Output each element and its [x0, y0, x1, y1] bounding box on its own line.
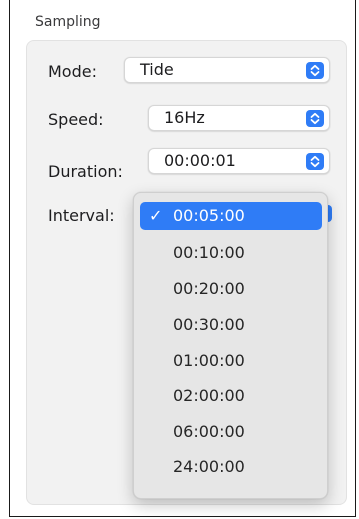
- menu-item-01-00-00[interactable]: 01:00:00: [140, 347, 322, 375]
- menu-item-06-00-00[interactable]: 06:00:00: [140, 418, 322, 446]
- menu-item-label: 24:00:00: [173, 457, 245, 476]
- speed-label: Speed:: [48, 110, 104, 129]
- menu-item-label: 01:00:00: [173, 351, 245, 370]
- up-down-chevron-icon: [306, 153, 324, 170]
- menu-item-label: 00:10:00: [173, 243, 245, 262]
- menu-item-00-10-00[interactable]: 00:10:00: [140, 239, 322, 267]
- menu-item-24-00-00[interactable]: 24:00:00: [140, 453, 322, 481]
- speed-value: 16Hz: [164, 108, 205, 127]
- checkmark-icon: ✓: [149, 206, 163, 225]
- menu-item-label: 02:00:00: [173, 386, 245, 405]
- up-down-chevron-icon: [306, 62, 324, 79]
- mode-value: Tide: [140, 60, 174, 79]
- duration-value: 00:00:01: [164, 151, 236, 170]
- interval-label: Interval:: [48, 206, 115, 225]
- menu-item-label: 00:20:00: [173, 279, 245, 298]
- interval-dropdown-menu: ✓ 00:05:00 00:10:00 00:20:00 00:30:00 01…: [133, 192, 328, 499]
- menu-item-label: 06:00:00: [173, 422, 245, 441]
- menu-item-label: 00:05:00: [173, 206, 245, 225]
- mode-label: Mode:: [48, 62, 97, 81]
- up-down-chevron-icon: [306, 110, 324, 127]
- menu-item-00-30-00[interactable]: 00:30:00: [140, 311, 322, 339]
- menu-item-label: 00:30:00: [173, 315, 245, 334]
- mode-popup-button[interactable]: Tide: [124, 57, 330, 83]
- menu-item-00-05-00[interactable]: ✓ 00:05:00: [140, 202, 322, 230]
- speed-popup-button[interactable]: 16Hz: [148, 105, 330, 131]
- section-title: Sampling: [35, 14, 101, 30]
- menu-item-00-20-00[interactable]: 00:20:00: [140, 275, 322, 303]
- menu-item-02-00-00[interactable]: 02:00:00: [140, 382, 322, 410]
- duration-popup-button[interactable]: 00:00:01: [148, 148, 330, 174]
- duration-label: Duration:: [48, 162, 123, 181]
